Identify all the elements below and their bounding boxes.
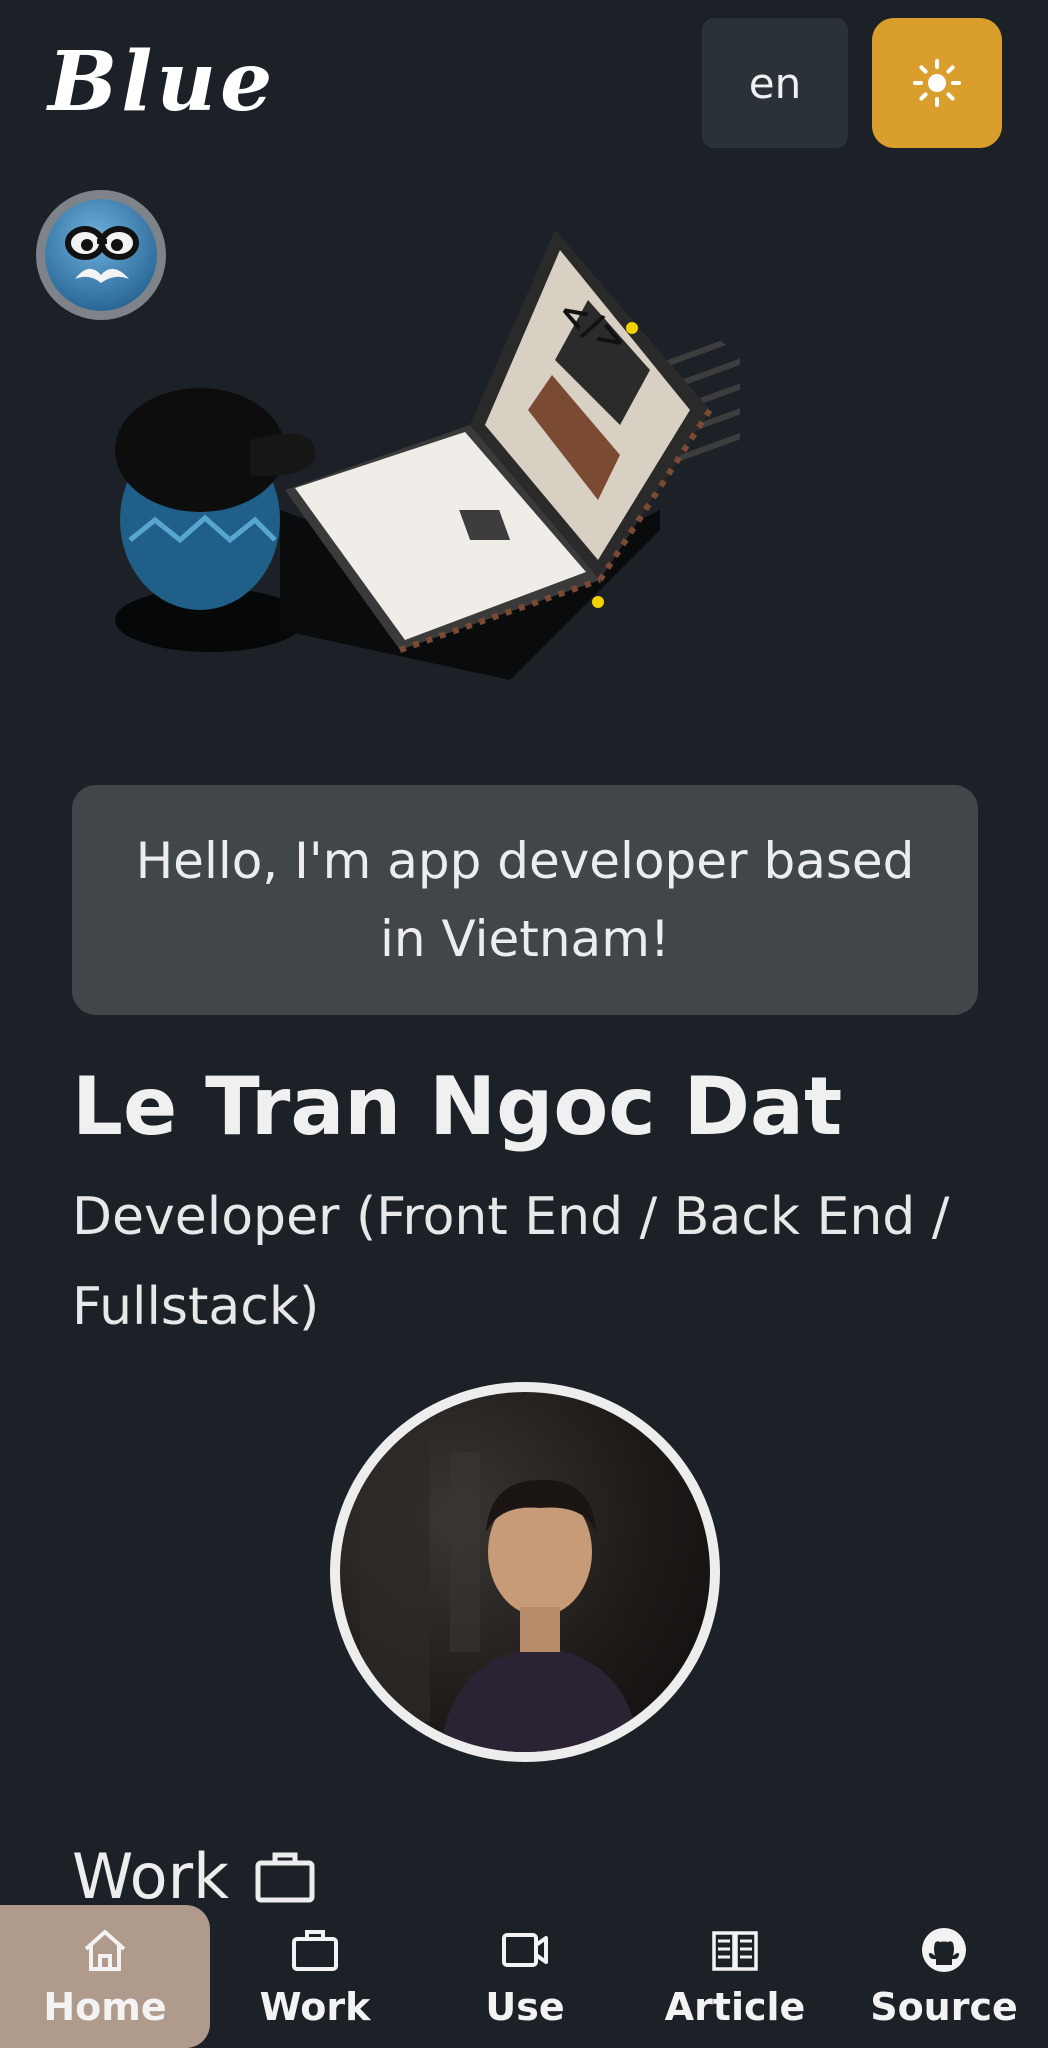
nav-label-article: Article [664, 1984, 806, 2029]
video-icon [502, 1932, 548, 1967]
sun-icon [913, 59, 961, 107]
person-portrait [360, 1422, 640, 1752]
nav-item-use[interactable]: Use [420, 1905, 630, 2048]
portfolio-home-page: Blue en </> Hello, I'm app developer bas… [0, 0, 1048, 2048]
bottom-navigation: Home Work Use Article Source [0, 1905, 1048, 2048]
newspaper-icon [712, 1930, 758, 1971]
work-section-heading: Work [72, 1840, 315, 1913]
nav-label-home: Home [43, 1984, 167, 2029]
nav-item-article[interactable]: Article [630, 1905, 840, 2048]
home-icon [84, 1929, 126, 1971]
voxel-laptop-illustration: </> [115, 230, 740, 680]
site-logo[interactable]: Blue [48, 34, 276, 130]
nav-item-source[interactable]: Source [840, 1905, 1048, 2048]
briefcase-icon [292, 1929, 338, 1971]
profile-photo-frame [330, 1382, 720, 1762]
page-title: Le Tran Ngoc Dat [72, 1060, 843, 1153]
job-title: Developer (Front End / Back End / Fullst… [72, 1187, 950, 1337]
language-toggle-button[interactable]: en [702, 18, 848, 148]
work-section-title: Work [72, 1840, 229, 1913]
nav-item-work[interactable]: Work [210, 1905, 420, 2048]
profile-photo [340, 1392, 710, 1752]
briefcase-icon [255, 1852, 315, 1902]
greeting-card: Hello, I'm app developer based in Vietna… [72, 785, 978, 1015]
theme-toggle-button[interactable] [872, 18, 1002, 148]
nav-label-source: Source [870, 1984, 1018, 2029]
github-icon [922, 1927, 966, 1972]
nav-label-work: Work [259, 1984, 371, 2029]
nav-item-home[interactable]: Home [0, 1905, 210, 2048]
nav-label-use: Use [485, 1984, 565, 2029]
